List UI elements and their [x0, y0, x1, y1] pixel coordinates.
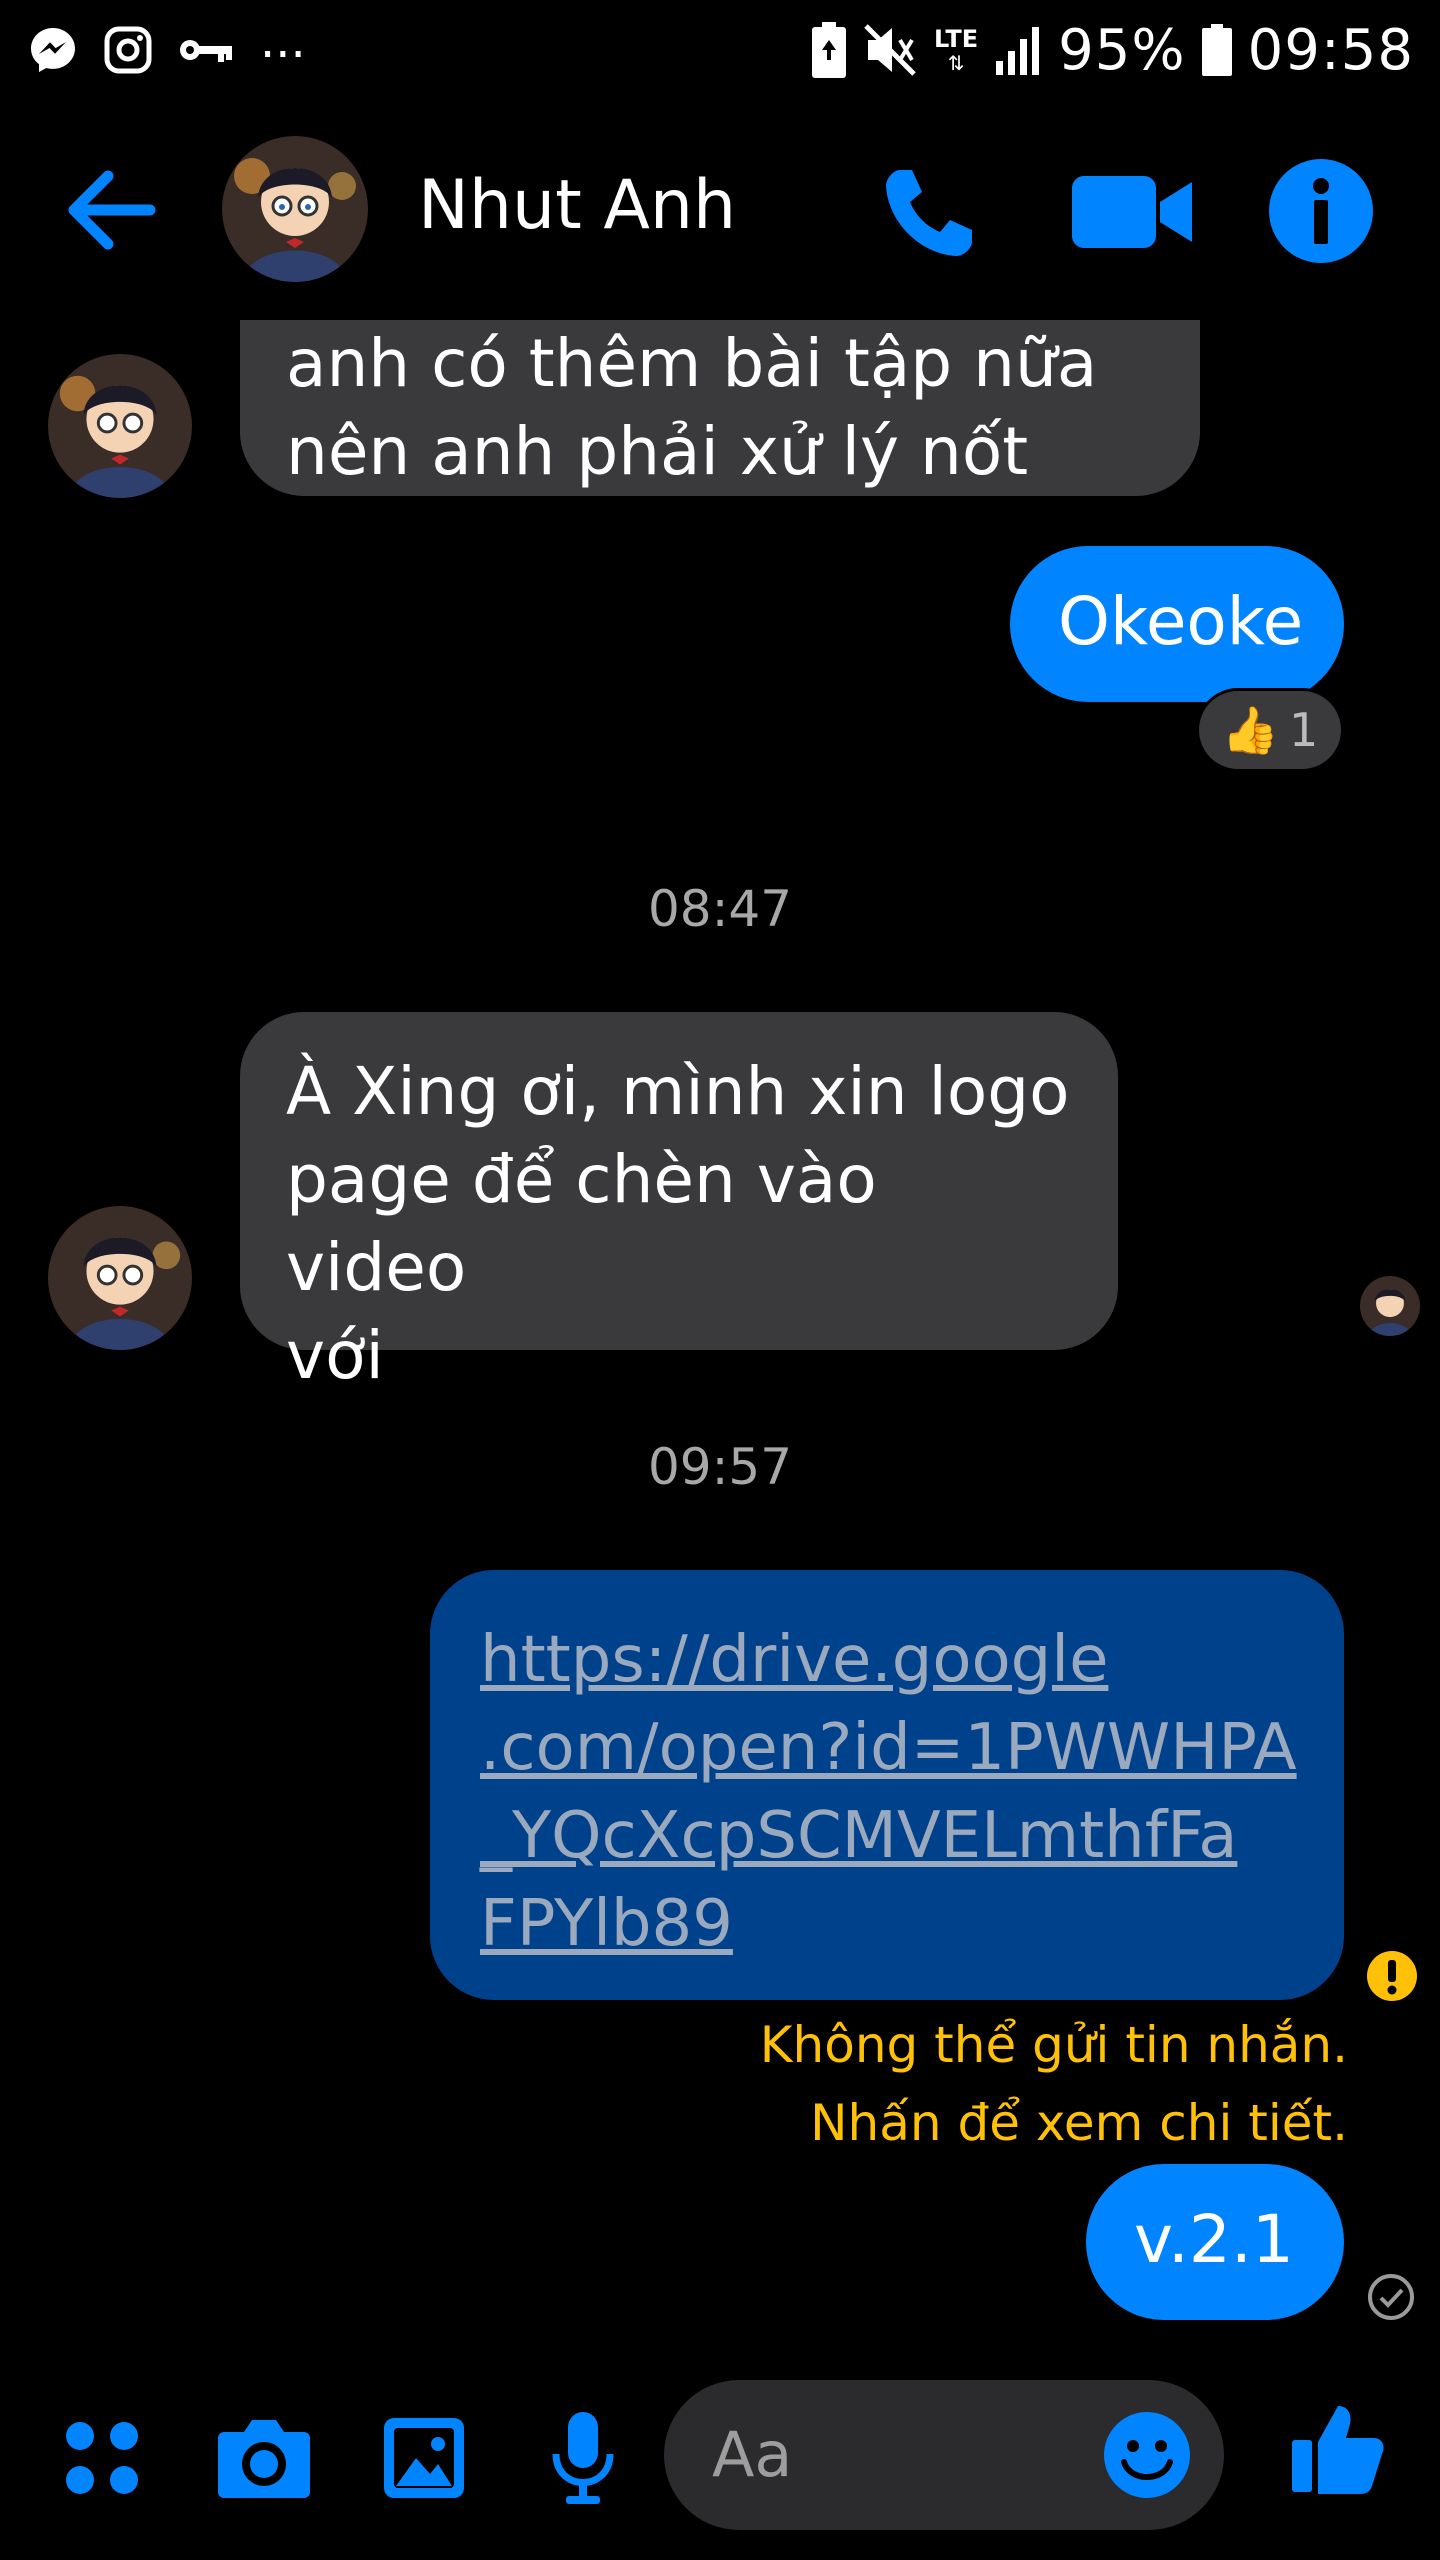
thumbs-up-send-icon[interactable]	[1290, 2400, 1386, 2496]
camera-icon[interactable]	[216, 2414, 312, 2500]
clock: 09:58	[1247, 17, 1414, 83]
seen-avatar	[1360, 1276, 1420, 1336]
message-input-placeholder: Aa	[712, 2418, 793, 2491]
thumbs-up-reaction-icon: 👍	[1221, 702, 1279, 757]
message-line: anh có thêm bài tập nữa	[286, 325, 1098, 402]
vpn-key-icon	[180, 40, 232, 62]
message-text: Okeoke	[1058, 583, 1304, 660]
contact-name[interactable]: Nhut Anh	[418, 166, 736, 245]
overflow-indicator: ...	[260, 13, 306, 69]
emoji-icon[interactable]	[1102, 2410, 1192, 2500]
video-camera-icon[interactable]	[1068, 162, 1196, 262]
failed-link-message[interactable]: https://drive.google .com/open?id=1PWWHP…	[430, 1570, 1344, 2000]
battery-saver-icon	[812, 22, 847, 78]
shared-link[interactable]: https://drive.google .com/open?id=1PWWHP…	[480, 1616, 1304, 1968]
composer-bar: Aa	[0, 2350, 1440, 2560]
gallery-icon[interactable]	[382, 2416, 466, 2500]
microphone-icon[interactable]	[548, 2410, 618, 2506]
messenger-icon	[31, 28, 75, 72]
outgoing-message[interactable]: Okeoke	[1010, 546, 1344, 702]
notification-icons: ...	[28, 13, 306, 78]
incoming-message[interactable]: anh có thêm bài tập nữa nên anh phải xử …	[240, 320, 1200, 496]
message-text: v.2.1	[1134, 2201, 1294, 2278]
back-arrow-icon[interactable]	[62, 160, 162, 260]
phone-icon[interactable]	[876, 156, 986, 266]
conversation-header: Nhut Anh	[0, 100, 1440, 320]
sent-check-icon	[1368, 2274, 1414, 2320]
send-error-message[interactable]: Không thể gửi tin nhắn. Nhấn để xem chi …	[448, 2006, 1348, 2162]
system-status: LTE ⇅ 95% 09:58	[812, 14, 1414, 86]
reaction-count: 1	[1289, 703, 1319, 757]
message-line: với	[286, 1317, 384, 1394]
incoming-message[interactable]: À Xing ơi, mình xin logo page để chèn và…	[240, 1012, 1118, 1394]
battery-percent: 95%	[1058, 17, 1186, 83]
data-arrows-icon: ⇅	[947, 51, 965, 75]
sender-avatar[interactable]	[48, 354, 192, 498]
timestamp: 08:47	[647, 880, 793, 938]
message-line: À Xing ơi, mình xin logo	[286, 1053, 1070, 1130]
vibrate-mute-icon	[864, 24, 916, 76]
error-alert-icon[interactable]	[1366, 1950, 1418, 2002]
reaction-badge[interactable]: 👍 1	[1196, 688, 1344, 772]
status-bar: ... LTE ⇅ 95% 09:58	[0, 0, 1440, 100]
more-apps-icon[interactable]	[62, 2418, 142, 2498]
lte-indicator: LTE ⇅	[934, 25, 979, 75]
contact-avatar[interactable]	[222, 136, 368, 282]
info-icon[interactable]	[1266, 156, 1376, 266]
battery-icon	[1201, 24, 1232, 76]
signal-icon	[996, 27, 1040, 75]
instagram-icon	[104, 26, 152, 74]
outgoing-message[interactable]: v.2.1	[1086, 2164, 1344, 2320]
message-line: nên anh phải xử lý nốt	[286, 413, 1029, 490]
timestamp: 09:57	[647, 1438, 793, 1496]
sender-avatar[interactable]	[48, 1206, 192, 1350]
message-line: page để chèn vào video	[286, 1141, 877, 1306]
message-input[interactable]: Aa	[664, 2380, 1224, 2530]
